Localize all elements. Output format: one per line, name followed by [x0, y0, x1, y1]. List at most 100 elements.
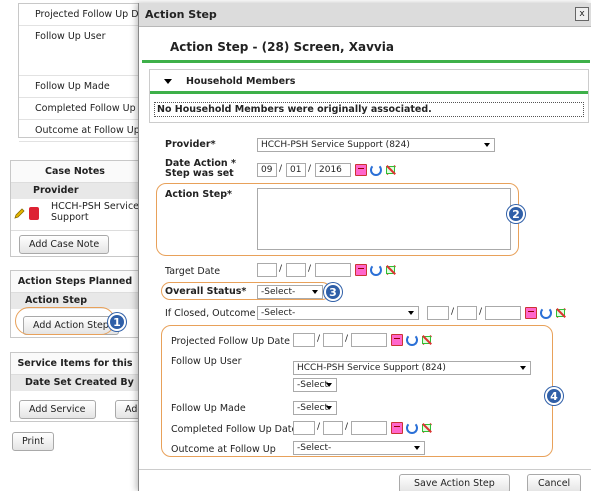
projected-follow-up-label: Projected Follow Up Date [171, 336, 290, 347]
if-closed-value: -Select- [261, 308, 296, 318]
date-sep: / [308, 264, 312, 274]
clear-date-icon[interactable] [421, 422, 433, 434]
dialog-titlebar: Action Step x [139, 3, 591, 27]
bg-row-user: Follow Up User [19, 26, 139, 76]
calendar-icon[interactable] [355, 164, 367, 176]
date-sep: / [345, 422, 349, 432]
closed-date-month[interactable] [427, 306, 449, 320]
pencil-icon[interactable] [13, 208, 25, 220]
background-follow-up-table: Projected Follow Up Date Follow Up User … [18, 3, 140, 142]
service-items-col: Date Set Created By [11, 375, 139, 391]
projected-date-year[interactable] [351, 333, 387, 347]
clear-date-icon[interactable] [421, 334, 433, 346]
calendar-icon[interactable] [525, 307, 537, 319]
case-notes-col-provider: Provider [11, 183, 139, 199]
overall-status-select[interactable]: -Select- [257, 285, 323, 299]
overall-status-label: Overall Status* [165, 286, 246, 297]
clear-box [386, 166, 395, 174]
date-set-label-line2: Step was set [165, 168, 234, 179]
outcome-follow-up-select[interactable]: -Select- [293, 441, 425, 455]
case-note-provider: HCCH-PSH Service Support [51, 201, 140, 223]
outcome-follow-up-label: Outcome at Follow Up [171, 444, 276, 455]
follow-up-user-value: HCCH-PSH Service Support (824) [297, 363, 446, 373]
dialog-title: Action Step [145, 8, 217, 21]
add-service-button[interactable]: Add Service [19, 400, 96, 419]
follow-up-user-select[interactable]: HCCH-PSH Service Support (824) [293, 361, 531, 375]
service-items-title: Service Items for this [11, 353, 139, 375]
service-items-panel: Service Items for this Date Set Created … [10, 352, 140, 422]
date-set-month[interactable]: 09 [257, 163, 277, 177]
date-set-year[interactable]: 2016 [315, 163, 351, 177]
collapse-icon[interactable] [164, 79, 172, 84]
action-step-textarea[interactable] [257, 188, 511, 250]
close-icon[interactable]: x [575, 7, 589, 21]
completed-date-month[interactable] [293, 421, 315, 435]
chevron-down-icon [414, 446, 420, 450]
case-note-row: HCCH-PSH Service Support [11, 199, 139, 231]
if-closed-select[interactable]: -Select- [257, 306, 419, 320]
clear-box [556, 309, 565, 317]
date-sep: / [451, 307, 455, 317]
target-date-label: Target Date [165, 266, 221, 277]
household-members-message: No Household Members were originally ass… [154, 102, 584, 117]
add-case-note-button[interactable]: Add Case Note [19, 235, 110, 254]
chevron-down-icon [484, 143, 490, 147]
date-sep: / [308, 164, 312, 174]
refresh-icon[interactable] [540, 307, 552, 319]
projected-date-day[interactable] [323, 333, 343, 347]
household-members-title: Household Members [186, 76, 296, 87]
case-notes-title: Case Notes [11, 161, 139, 183]
provider-select-value: HCCH-PSH Service Support (824) [261, 140, 410, 150]
clear-box [386, 266, 395, 274]
action-step-label-text: Action Step [165, 189, 228, 200]
add-service-button-2[interactable]: Add [115, 400, 139, 419]
trash-icon[interactable] [29, 207, 39, 220]
completed-date-day[interactable] [323, 421, 343, 435]
badge-3: 3 [324, 283, 342, 301]
completed-date-year[interactable] [351, 421, 387, 435]
clear-box [422, 336, 431, 344]
date-sep: / [279, 164, 283, 174]
clear-date-icon[interactable] [385, 264, 397, 276]
overall-status-value: -Select- [261, 287, 296, 297]
clear-box [422, 424, 431, 432]
date-sep: / [317, 422, 321, 432]
clear-date-icon[interactable] [555, 307, 567, 319]
follow-up-made-select[interactable]: -Select- [293, 401, 337, 415]
target-date-year[interactable] [315, 263, 351, 277]
cancel-button[interactable]: Cancel [527, 474, 582, 491]
dialog-header-title: Action Step - (28) Screen, Xavvia [170, 40, 394, 54]
date-sep: / [317, 334, 321, 344]
badge-4: 4 [545, 387, 563, 405]
calendar-icon[interactable] [391, 422, 403, 434]
closed-date-year[interactable] [485, 306, 521, 320]
chevron-down-icon [520, 366, 526, 370]
calendar-icon[interactable] [391, 334, 403, 346]
provider-select[interactable]: HCCH-PSH Service Support (824) [257, 138, 495, 152]
calendar-icon[interactable] [355, 264, 367, 276]
follow-up-user-select-2[interactable]: -Select- [293, 378, 337, 392]
target-date-day[interactable] [286, 263, 306, 277]
required-mark: * [227, 189, 232, 200]
chevron-down-icon [312, 290, 318, 294]
refresh-icon[interactable] [370, 264, 382, 276]
chevron-down-icon [408, 311, 414, 315]
completed-follow-up-label: Completed Follow Up Date [171, 424, 298, 435]
refresh-icon[interactable] [370, 164, 382, 176]
date-set-day[interactable]: 01 [286, 163, 306, 177]
projected-date-month[interactable] [293, 333, 315, 347]
target-date-month[interactable] [257, 263, 277, 277]
save-action-step-button[interactable]: Save Action Step [399, 474, 510, 491]
overall-status-label-text: Overall Status [165, 286, 242, 297]
clear-date-icon[interactable] [385, 164, 397, 176]
household-members-section: Household Members No Household Members w… [149, 69, 589, 123]
print-button[interactable]: Print [12, 432, 54, 451]
provider-label-text: Provider [165, 139, 211, 150]
chevron-down-icon [326, 383, 332, 387]
household-members-toggle[interactable]: Household Members [150, 70, 588, 94]
badge-2: 2 [507, 205, 525, 223]
refresh-icon[interactable] [406, 422, 418, 434]
refresh-icon[interactable] [406, 334, 418, 346]
closed-date-day[interactable] [457, 306, 477, 320]
bg-row-completed: Completed Follow Up Date [19, 98, 139, 120]
